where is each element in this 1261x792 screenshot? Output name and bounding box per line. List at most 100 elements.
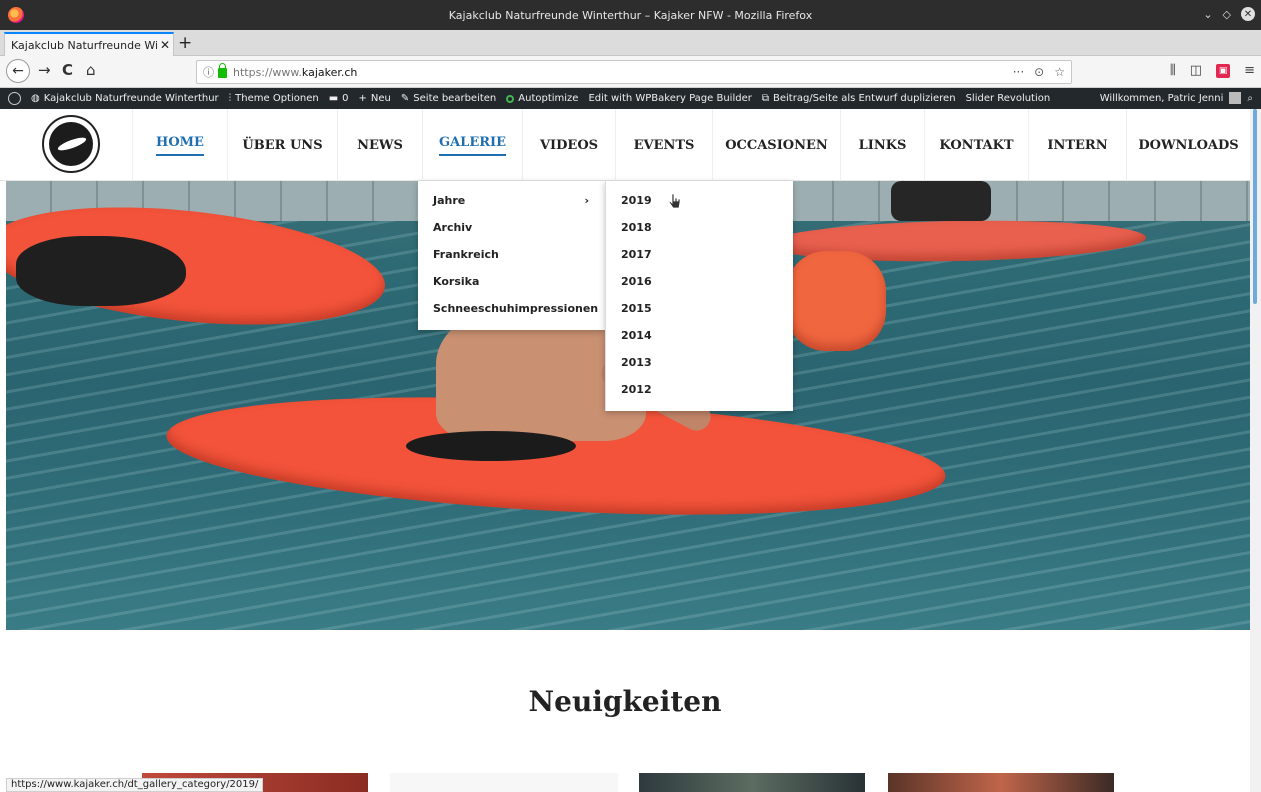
url-actions: ··· ⊙ ☆	[1013, 65, 1065, 79]
dashboard-icon: ◍	[31, 93, 40, 104]
wp-new-label: Neu	[370, 93, 391, 104]
window-controls: ⌄ ◇ ✕	[1203, 7, 1255, 21]
wp-slider-label: Slider Revolution	[965, 93, 1051, 104]
menu-item-events[interactable]: EVENTS	[615, 109, 712, 181]
sliders-icon: ⫶	[228, 93, 232, 104]
menu-item-downloads[interactable]: DOWNLOADS	[1126, 109, 1250, 181]
library-icon[interactable]: ⫼	[1170, 63, 1176, 78]
toolbar-right: ⫼ ◫ ▣ ≡	[1170, 63, 1255, 78]
firefox-logo-icon	[8, 7, 24, 23]
page-scrollbar[interactable]	[1250, 109, 1261, 792]
news-thumbnail[interactable]	[390, 773, 618, 792]
dropdown-item-archiv[interactable]: Archiv	[418, 214, 605, 241]
wp-slider-revolution[interactable]: Slider Revolution	[966, 93, 1051, 104]
avatar	[1229, 92, 1242, 104]
kayak	[786, 251, 886, 351]
menu-label: HOME	[156, 135, 204, 156]
url-host: kajaker.ch	[301, 65, 358, 79]
home-button[interactable]: ⌂	[86, 61, 96, 79]
url-bar[interactable]: ⓘ https://www. kajaker.ch ··· ⊙ ☆	[196, 60, 1072, 84]
menu-item-intern[interactable]: INTERN	[1028, 109, 1126, 181]
wp-theme-options[interactable]: ⫶ Theme Optionen	[229, 93, 319, 104]
lock-icon[interactable]	[218, 63, 227, 78]
wp-edit-page[interactable]: ✎ Seite bearbeiten	[401, 93, 496, 104]
menu-item-links[interactable]: LINKS	[840, 109, 924, 181]
info-icon[interactable]: ⓘ	[203, 64, 214, 80]
wp-duplicate-label: Beitrag/Seite als Entwurf duplizieren	[773, 93, 956, 104]
reload-button[interactable]: C	[62, 61, 73, 79]
wp-new[interactable]: + Neu	[359, 93, 391, 104]
status-circle-icon	[506, 94, 515, 103]
menu-label: OCCASIONEN	[725, 137, 828, 153]
pocket-icon[interactable]: ⊙	[1034, 65, 1044, 79]
submenu-item-2016[interactable]: 2016	[606, 268, 793, 295]
submenu-item-2015[interactable]: 2015	[606, 295, 793, 322]
paddler	[891, 181, 991, 221]
submenu-item-2019[interactable]: 2019	[606, 187, 793, 214]
menu-item-ueber-uns[interactable]: ÜBER UNS	[227, 109, 337, 181]
browser-tab[interactable]: Kajakclub Naturfreunde Winte ✕	[4, 32, 174, 56]
wp-admin-bar: ◍ Kajakclub Naturfreunde Winterthur ⫶ Them…	[0, 88, 1261, 109]
search-icon[interactable]: ⌕	[1247, 93, 1253, 104]
menu-item-videos[interactable]: VIDEOS	[522, 109, 615, 181]
submenu-item-2017[interactable]: 2017	[606, 241, 793, 268]
menu-label: EVENTS	[633, 137, 695, 153]
menu-item-galerie[interactable]: GALERIE	[422, 109, 522, 181]
url-protocol: https://www.	[233, 65, 302, 79]
window-titlebar: Kajakclub Naturfreunde Winterthur – Kaja…	[0, 0, 1261, 30]
wp-comments[interactable]: ▬ 0	[329, 93, 349, 104]
dropdown-item-jahre[interactable]: Jahre ›	[418, 187, 605, 214]
submenu-item-2012[interactable]: 2012	[606, 376, 793, 403]
kayak-cockpit	[406, 431, 576, 461]
menu-item-kontakt[interactable]: KONTAKT	[924, 109, 1028, 181]
sidebar-icon[interactable]: ◫	[1190, 63, 1202, 78]
section-title-neuigkeiten: Neuigkeiten	[528, 685, 722, 718]
new-tab-button[interactable]: +	[178, 33, 192, 53]
submenu-item-2018[interactable]: 2018	[606, 214, 793, 241]
submenu-item-2013[interactable]: 2013	[606, 349, 793, 376]
tab-close-icon[interactable]: ✕	[157, 38, 173, 52]
dropdown-item-schneeschuh[interactable]: Schneeschuhimpressionen	[418, 295, 605, 322]
duplicate-icon: ⧉	[761, 93, 769, 104]
window-title: Kajakclub Naturfreunde Winterthur – Kaja…	[448, 8, 813, 22]
maximize-icon[interactable]: ◇	[1223, 8, 1231, 21]
menu-item-home[interactable]: HOME	[132, 109, 227, 181]
close-window-icon[interactable]: ✕	[1241, 7, 1255, 21]
wp-edit-label: Seite bearbeiten	[413, 93, 497, 104]
news-thumbnail[interactable]	[888, 773, 1114, 792]
wp-duplicate[interactable]: ⧉ Beitrag/Seite als Entwurf duplizieren	[762, 93, 956, 104]
wp-autoptimize[interactable]: Autoptimize	[506, 93, 578, 104]
scrollbar-thumb[interactable]	[1253, 109, 1257, 304]
comment-icon: ▬	[328, 93, 339, 104]
wp-site-link[interactable]: ◍ Kajakclub Naturfreunde Winterthur	[31, 93, 219, 104]
wp-welcome-label: Willkommen, Patric Jenni	[1099, 92, 1224, 104]
minimize-icon[interactable]: ⌄	[1203, 8, 1212, 21]
forward-button[interactable]: →	[38, 61, 51, 79]
extension-icon[interactable]: ▣	[1216, 63, 1231, 78]
wp-wpbakery[interactable]: Edit with WPBakery Page Builder	[588, 93, 751, 104]
wp-site-label: Kajakclub Naturfreunde Winterthur	[43, 93, 219, 104]
wordpress-logo-icon[interactable]	[8, 92, 21, 105]
back-button[interactable]: ←	[6, 59, 30, 83]
wp-wpbakery-label: Edit with WPBakery Page Builder	[588, 93, 752, 104]
bookmark-star-icon[interactable]: ☆	[1054, 65, 1065, 79]
menu-label: ÜBER UNS	[242, 137, 323, 153]
plus-icon: +	[358, 93, 367, 104]
site-header: HOME ÜBER UNS NEWS GALERIE VIDEOS EVENTS…	[0, 109, 1250, 181]
news-thumbnail[interactable]	[639, 773, 865, 792]
club-logo[interactable]	[42, 115, 100, 173]
hand-pointer-icon	[668, 193, 681, 209]
dropdown-item-korsika[interactable]: Korsika	[418, 268, 605, 295]
wp-account[interactable]: Willkommen, Patric Jenni ⌕	[1100, 92, 1253, 104]
menu-label: GALERIE	[438, 135, 507, 156]
pencil-icon: ✎	[400, 93, 410, 104]
status-bar-url: https://www.kajaker.ch/dt_gallery_catego…	[6, 778, 264, 792]
dropdown-item-frankreich[interactable]: Frankreich	[418, 241, 605, 268]
menu-item-occasionen[interactable]: OCCASIONEN	[712, 109, 840, 181]
menu-item-news[interactable]: NEWS	[337, 109, 422, 181]
menu-icon[interactable]: ≡	[1244, 63, 1255, 78]
submenu-item-2014[interactable]: 2014	[606, 322, 793, 349]
tab-title: Kajakclub Naturfreunde Winte	[11, 38, 157, 52]
page-actions-icon[interactable]: ···	[1013, 65, 1024, 79]
jahre-submenu: 2019 2018 2017 2016 2015 2014 2013 2012	[605, 181, 793, 411]
